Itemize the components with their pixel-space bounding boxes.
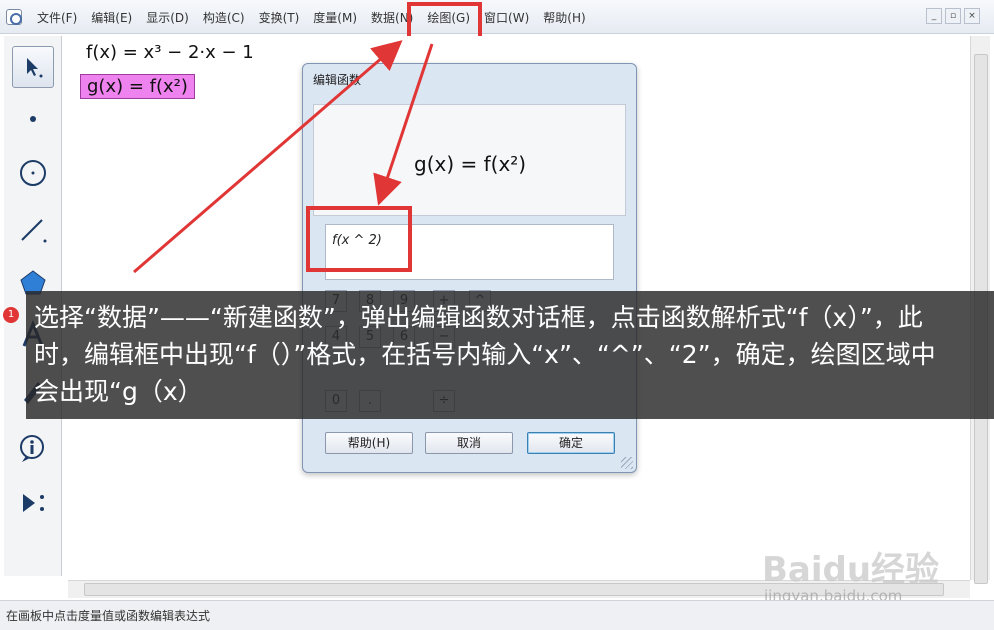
status-text: 在画板中点击度量值或函数编辑表达式 [6,609,211,623]
function-g-expression[interactable]: g(x) = f(x²) [80,74,195,99]
segment-icon [21,219,47,243]
watermark-brand: Baidu经验 [762,550,940,590]
step-badge: 1 [3,307,19,323]
preview-expression: g(x) = f(x²) [414,152,527,176]
instruction-caption: 选择“数据”——“新建函数”，弹出编辑函数对话框，点击函数解析式“f（x）”，此… [26,291,994,419]
restore-button[interactable]: ▫ [945,8,961,24]
info-icon [20,435,44,462]
cancel-button[interactable]: 取消 [425,432,513,454]
point-icon [30,116,36,122]
close-button[interactable]: × [964,8,980,24]
menu: 文件(F) 编辑(E) 显示(D) 构造(C) 变换(T) 度量(M) 数据(N… [30,9,593,27]
menu-measure[interactable]: 度量(M) [306,9,364,27]
menu-construct[interactable]: 构造(C) [196,9,252,27]
caption-text: 选择“数据”——“新建函数”，弹出编辑函数对话框，点击函数解析式“f（x）”，此… [34,303,936,406]
play-icon [23,494,44,512]
minimize-button[interactable]: _ [926,8,942,24]
arrow-tool[interactable] [12,46,54,88]
ok-button[interactable]: 确定 [527,432,615,454]
menu-display[interactable]: 显示(D) [139,9,196,27]
data-menu-highlight [407,2,482,40]
menubar: 文件(F) 编辑(E) 显示(D) 构造(C) 变换(T) 度量(M) 数据(N… [0,0,994,34]
help-button[interactable]: 帮助(H) [325,432,413,454]
input-highlight [306,206,412,272]
menu-file[interactable]: 文件(F) [30,9,84,27]
compass-tool[interactable] [12,152,54,194]
arrow-icon [27,58,43,78]
status-bar: 在画板中点击度量值或函数编辑表达式 [0,600,994,630]
app-icon [6,9,22,25]
line-tool[interactable] [12,208,54,250]
function-preview: g(x) = f(x²) [313,104,626,216]
dialog-title: 编辑函数 [313,73,362,87]
circle-icon [20,160,46,186]
custom-tool[interactable] [12,482,54,524]
information-tool[interactable] [12,428,54,470]
menu-help[interactable]: 帮助(H) [536,9,592,27]
point-tool[interactable] [12,98,54,140]
resize-grip[interactable] [621,457,633,469]
window-controls: _ ▫ × [926,8,980,24]
menu-transform[interactable]: 变换(T) [252,9,307,27]
menu-edit[interactable]: 编辑(E) [84,9,139,27]
menu-window[interactable]: 窗口(W) [477,9,536,27]
function-f-expression[interactable]: f(x) = x³ − 2·x − 1 [86,42,254,63]
